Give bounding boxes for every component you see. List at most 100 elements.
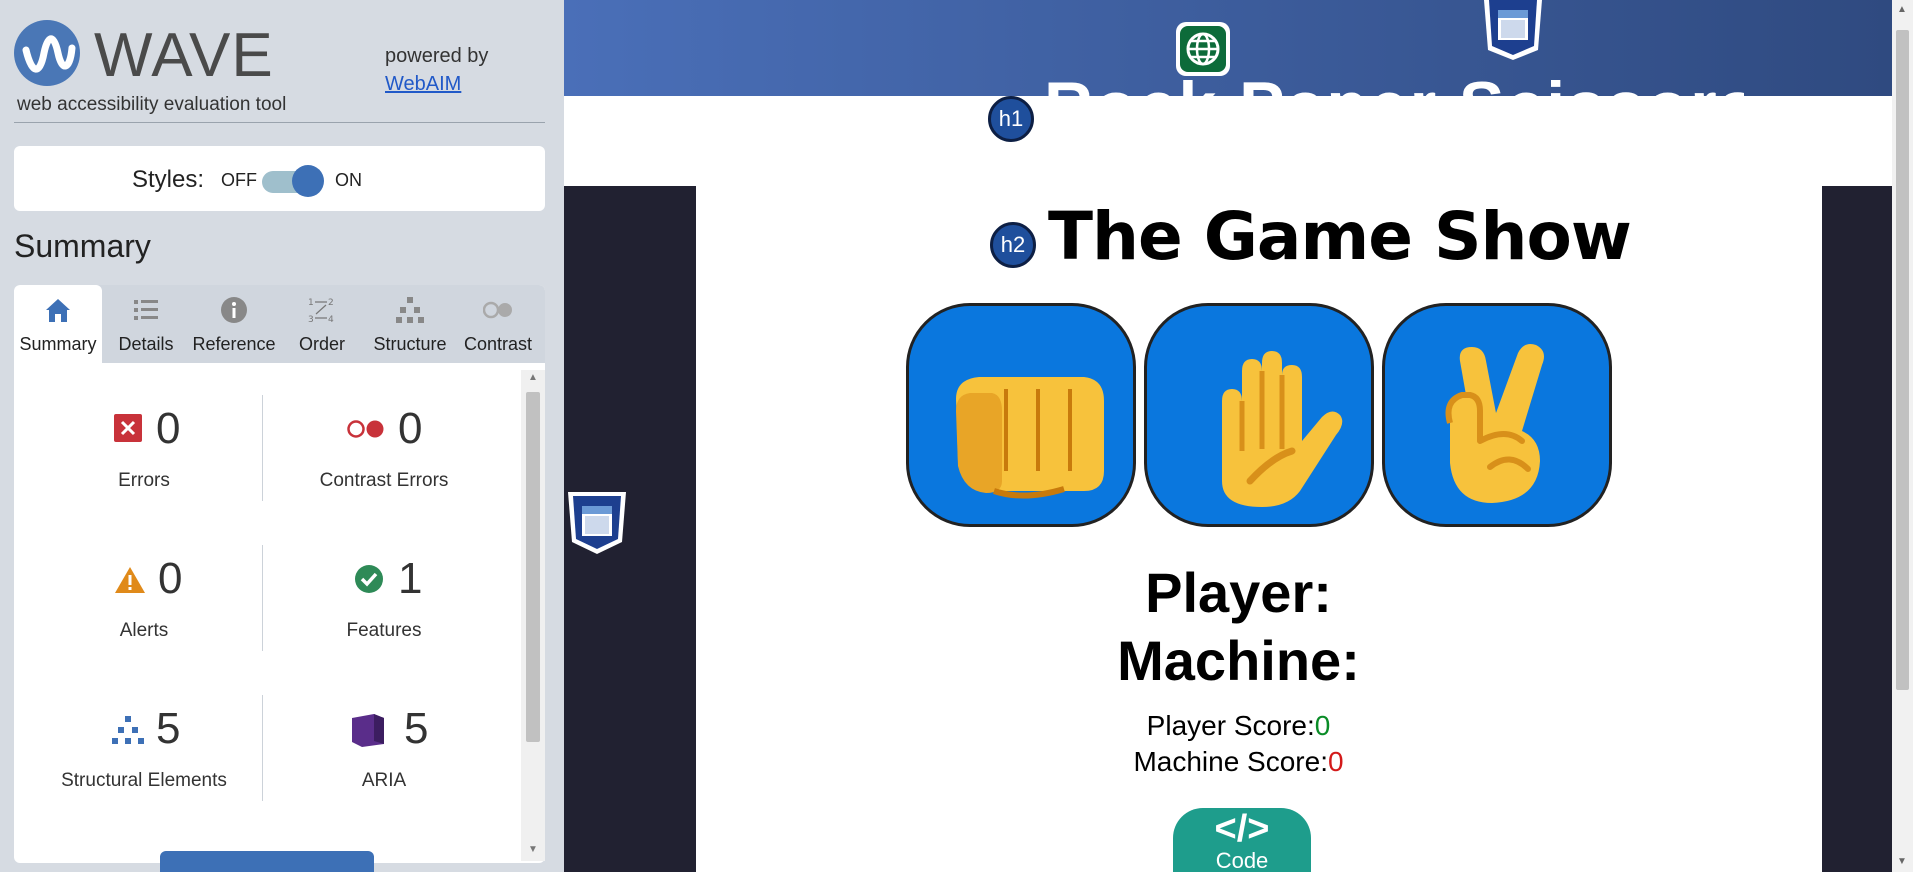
victory-hand-icon xyxy=(1445,344,1544,503)
aria-region-icon[interactable] xyxy=(566,492,628,556)
stat-structural-elements[interactable]: 5 Structural Elements xyxy=(34,678,254,808)
scroll-down-arrow-icon[interactable]: ▼ xyxy=(1897,856,1907,867)
styles-toggle-box: Styles: OFF ON xyxy=(14,146,545,211)
contrast-error-icon xyxy=(347,420,384,438)
aria-count: 5 xyxy=(404,704,429,753)
structure-icon xyxy=(396,297,424,323)
tab-details[interactable]: Details xyxy=(102,285,190,363)
game-title: The Game Show xyxy=(1048,198,1632,275)
h1-badge-icon[interactable]: h1 xyxy=(988,96,1034,142)
machine-score-line: Machine Score:0 xyxy=(564,746,1913,778)
svg-text:3: 3 xyxy=(308,315,314,325)
open-hand-icon xyxy=(1222,351,1343,507)
code-label: Code xyxy=(1215,848,1269,872)
styles-on-label: ON xyxy=(335,170,362,190)
player-score-label: Player Score: xyxy=(1146,710,1315,741)
machine-score-value: 0 xyxy=(1327,746,1344,777)
evaluated-page: Rock Paper Scissors? h1 h2 The Game Show xyxy=(564,0,1913,872)
view-details-button[interactable] xyxy=(160,851,374,872)
contrast-errors-count: 0 xyxy=(398,404,423,453)
stat-contrast-errors[interactable]: 0 Contrast Errors xyxy=(274,378,494,508)
aria-icon xyxy=(352,714,384,747)
panel-tabs: Summary Details Reference 1 2 3 4 Order Str… xyxy=(14,285,545,363)
svg-text:1: 1 xyxy=(308,298,314,308)
rock-button[interactable] xyxy=(906,303,1136,527)
wave-tagline: web accessibility evaluation tool xyxy=(17,94,287,115)
code-icon: </> xyxy=(1214,808,1270,850)
page-scrollbar[interactable]: ▲ ▼ xyxy=(1892,0,1913,872)
contrast-errors-label: Contrast Errors xyxy=(319,470,449,491)
tab-label: Order xyxy=(298,334,345,354)
styles-off-label: OFF xyxy=(221,170,257,190)
scroll-up-arrow-icon[interactable]: ▲ xyxy=(1897,4,1907,15)
scroll-up-arrow-icon[interactable]: ▲ xyxy=(528,372,538,383)
player-score-value: 0 xyxy=(1314,710,1331,741)
powered-by-text: powered by xyxy=(385,45,489,67)
errors-label: Errors xyxy=(118,470,170,491)
tab-label: Reference xyxy=(192,334,276,354)
stat-features[interactable]: 1 Features xyxy=(274,528,494,658)
machine-choice-label: Machine: xyxy=(1117,629,1360,692)
styles-toggle-knob[interactable] xyxy=(292,165,324,197)
wave-logo-icon xyxy=(14,20,80,86)
styles-label: Styles: xyxy=(132,166,205,193)
divider xyxy=(262,395,263,501)
tab-order[interactable]: 1 2 3 4 Order xyxy=(278,285,366,363)
paper-button[interactable] xyxy=(1144,303,1374,527)
tab-label: Details xyxy=(118,334,174,354)
tab-label: Structure xyxy=(373,334,447,354)
scissors-button[interactable] xyxy=(1382,303,1612,527)
summary-heading: Summary xyxy=(14,228,151,264)
contrast-icon xyxy=(483,301,512,319)
structural-label: Structural Elements xyxy=(61,770,227,791)
aria-label: ARIA xyxy=(361,770,407,791)
machine-score-label: Machine Score: xyxy=(1133,746,1328,777)
divider xyxy=(262,545,263,651)
scrollbar-thumb[interactable] xyxy=(1896,30,1909,690)
info-icon xyxy=(221,297,247,323)
tab-contrast[interactable]: Contrast xyxy=(454,285,542,363)
aria-region-icon[interactable] xyxy=(1482,0,1544,62)
summary-panel: Summary Details Reference 1 2 3 4 Order Str… xyxy=(14,285,545,863)
structure-icon xyxy=(112,716,144,744)
features-label: Features xyxy=(346,620,422,641)
divider xyxy=(14,122,545,123)
powered-by: powered by WebAIM xyxy=(385,42,488,98)
svg-text:4: 4 xyxy=(328,315,334,325)
tab-structure[interactable]: Structure xyxy=(366,285,454,363)
feature-icon xyxy=(355,565,383,593)
errors-count: 0 xyxy=(156,404,181,453)
scrollbar-thumb[interactable] xyxy=(526,392,540,742)
order-icon: 1 2 3 4 xyxy=(308,298,334,325)
tab-summary[interactable]: Summary xyxy=(14,285,102,363)
code-button[interactable]: </> Code xyxy=(1173,808,1311,872)
language-icon[interactable] xyxy=(1174,20,1232,78)
alerts-count: 0 xyxy=(158,554,183,603)
header-band xyxy=(564,96,1892,186)
features-count: 1 xyxy=(398,554,423,603)
scroll-down-arrow-icon[interactable]: ▼ xyxy=(528,844,538,855)
structural-count: 5 xyxy=(156,704,181,753)
wave-sidebar: WAVE web accessibility evaluation tool p… xyxy=(0,0,564,872)
tab-label: Summary xyxy=(19,334,97,354)
h2-badge-icon[interactable]: h2 xyxy=(990,222,1036,268)
stat-errors[interactable]: 0 Errors xyxy=(34,378,254,508)
alert-icon xyxy=(115,567,145,593)
home-icon xyxy=(46,299,70,322)
error-icon xyxy=(114,414,142,442)
wave-logo-text: WAVE xyxy=(94,21,274,90)
alerts-label: Alerts xyxy=(119,620,169,641)
panel-scrollbar[interactable]: ▲ ▼ xyxy=(521,370,545,861)
stat-alerts[interactable]: 0 Alerts xyxy=(34,528,254,658)
list-icon xyxy=(134,300,158,320)
summary-stats: 0 Errors 0 Contrast Errors 0 Alerts 1 Fe… xyxy=(14,363,524,863)
divider xyxy=(262,695,263,801)
fist-icon xyxy=(956,377,1104,499)
site-title: Rock Paper Scissors? xyxy=(1044,76,1744,98)
stat-aria[interactable]: 5 ARIA xyxy=(274,678,494,808)
webaim-link[interactable]: WebAIM xyxy=(385,70,488,98)
svg-text:2: 2 xyxy=(328,298,334,308)
player-score-line: Player Score:0 xyxy=(564,710,1913,742)
player-choice-label: Player: xyxy=(1145,561,1332,624)
tab-reference[interactable]: Reference xyxy=(190,285,278,363)
